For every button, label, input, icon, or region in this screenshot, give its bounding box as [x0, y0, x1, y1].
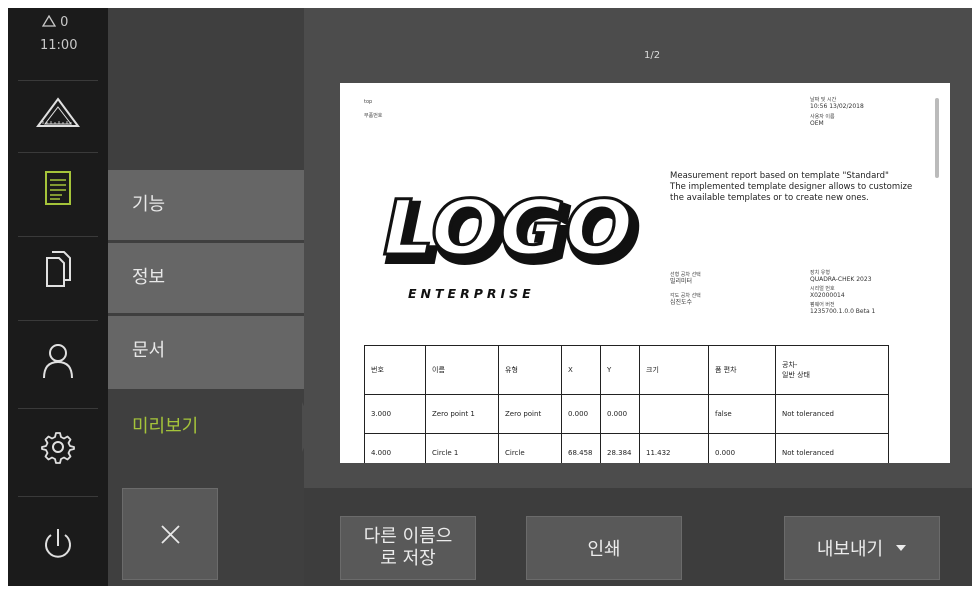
col-header: 크기	[639, 345, 709, 395]
dropdown-triangle-icon	[896, 545, 907, 551]
nav-report[interactable]	[33, 166, 83, 216]
close-icon	[161, 525, 180, 544]
nav-settings[interactable]	[33, 422, 83, 472]
table-cell: 11.432	[639, 433, 709, 463]
logo-subtitle: ENTERPRISE	[408, 286, 535, 301]
table-cell: Circle	[498, 433, 562, 463]
report-description: Measurement report based on template "St…	[670, 171, 920, 204]
linear-tol-value: 밀리미터	[670, 278, 693, 285]
status-area[interactable]: 0 11:00	[8, 8, 108, 80]
logo-text: LOGO	[383, 188, 633, 272]
divider	[18, 236, 98, 237]
table-cell: 0.000	[561, 394, 601, 434]
header-left-top: top	[364, 99, 373, 105]
nav-measure[interactable]	[33, 88, 83, 138]
table-row: 4.000 Circle 1 Circle 68.458 28.384 11.4…	[364, 433, 889, 463]
print-label: 인쇄	[587, 539, 621, 560]
table-cell: 0.000	[600, 394, 640, 434]
main-menu: 0 11:00	[8, 8, 108, 586]
measure-triangle-icon	[36, 97, 80, 127]
menu-item-documents[interactable]: 문서	[108, 316, 304, 389]
power-icon	[45, 529, 71, 558]
header-left-part: 부품번호	[364, 113, 383, 119]
table-cell: 0.000	[708, 433, 776, 463]
menu-item-label: 문서	[132, 340, 166, 361]
save-as-button[interactable]: 다른 이름으 로 저장	[340, 516, 476, 580]
table-cell: Not toleranced	[775, 394, 889, 434]
device-type-value: QUADRA-CHEK 2023	[810, 276, 872, 283]
table-cell: Circle 1	[425, 433, 499, 463]
report-page[interactable]: top 부품번호 날짜 및 시간 10:56 13/02/2018 사용자 이름…	[340, 83, 950, 463]
divider	[18, 320, 98, 321]
description-text: Measurement report based on template "St…	[670, 171, 913, 203]
export-label: 내보내기	[816, 539, 884, 560]
table-row: 3.000 Zero point 1 Zero point 0.000 0.00…	[364, 394, 889, 434]
table-cell: Zero point 1	[425, 394, 499, 434]
table-header-row: 번호 이름 유형 X Y 크기 폼 편차 공차- 일반 상태	[364, 345, 889, 395]
divider	[18, 408, 98, 409]
scrollbar[interactable]	[935, 98, 939, 178]
col-header: 번호	[364, 345, 426, 395]
angle-tol-value: 십진도수	[670, 299, 693, 306]
warning-count: 0	[60, 15, 69, 30]
action-bar: 다른 이름으 로 저장 인쇄 내보내기	[304, 488, 980, 586]
table-cell: 3.000	[364, 394, 426, 434]
menu-item-functions[interactable]: 기능	[108, 170, 304, 240]
divider	[18, 80, 98, 81]
close-button[interactable]	[122, 488, 218, 580]
page-indicator: 1/2	[644, 50, 661, 61]
report-document-icon	[45, 171, 71, 205]
top-border	[0, 0, 980, 8]
col-header: 공차- 일반 상태	[775, 345, 889, 395]
file-management-icon	[46, 251, 71, 287]
nav-power[interactable]	[33, 520, 83, 570]
header-date-value: 10:56 13/02/2018	[810, 103, 864, 110]
logo-graphic: LOGO LOGO	[382, 188, 643, 278]
print-button[interactable]: 인쇄	[526, 516, 682, 580]
sub-menu: 기능 정보 문서 미리보기	[108, 8, 314, 586]
nav-files[interactable]	[33, 246, 83, 296]
table-cell: 68.458	[561, 433, 601, 463]
firmware-value: 1235700.1.0.0 Beta 1	[810, 308, 876, 315]
col-header: X	[561, 345, 601, 395]
user-icon	[43, 344, 73, 379]
serial-value: X02000014	[810, 292, 845, 299]
menu-item-label: 미리보기	[132, 416, 199, 437]
app-window: 0 11:00 기능 정보 문서 미리보기 1/2 top 부품번호 날짜 및 …	[0, 0, 980, 594]
gear-icon	[41, 432, 75, 464]
warning-indicator[interactable]: 0	[41, 14, 69, 30]
measurement-table: 번호 이름 유형 X Y 크기 폼 편차 공차- 일반 상태 3.000 Zer…	[364, 345, 889, 463]
divider	[18, 496, 98, 497]
header-user-value: OEM	[810, 120, 824, 127]
table-cell: 28.384	[600, 433, 640, 463]
divider	[18, 152, 98, 153]
nav-user[interactable]	[33, 334, 83, 384]
export-button[interactable]: 내보내기	[784, 516, 940, 580]
col-header: Y	[600, 345, 640, 395]
right-border	[972, 8, 980, 586]
menu-item-information[interactable]: 정보	[108, 243, 304, 313]
clock: 11:00	[40, 38, 78, 53]
table-cell: 4.000	[364, 433, 426, 463]
save-as-label: 다른 이름으 로 저장	[363, 526, 453, 569]
table-cell: false	[708, 394, 776, 434]
menu-item-preview[interactable]: 미리보기	[108, 392, 304, 462]
col-header: 폼 편차	[708, 345, 776, 395]
col-header: 이름	[425, 345, 499, 395]
warning-triangle-icon	[41, 14, 57, 27]
menu-item-label: 기능	[132, 194, 166, 215]
table-cell: Zero point	[498, 394, 562, 434]
col-header: 유형	[498, 345, 562, 395]
preview-panel: 1/2 top 부품번호 날짜 및 시간 10:56 13/02/2018 사용…	[304, 8, 980, 586]
menu-item-label: 정보	[132, 267, 166, 288]
table-cell: Not toleranced	[775, 433, 889, 463]
bottom-border	[0, 586, 980, 594]
table-cell	[639, 394, 709, 434]
